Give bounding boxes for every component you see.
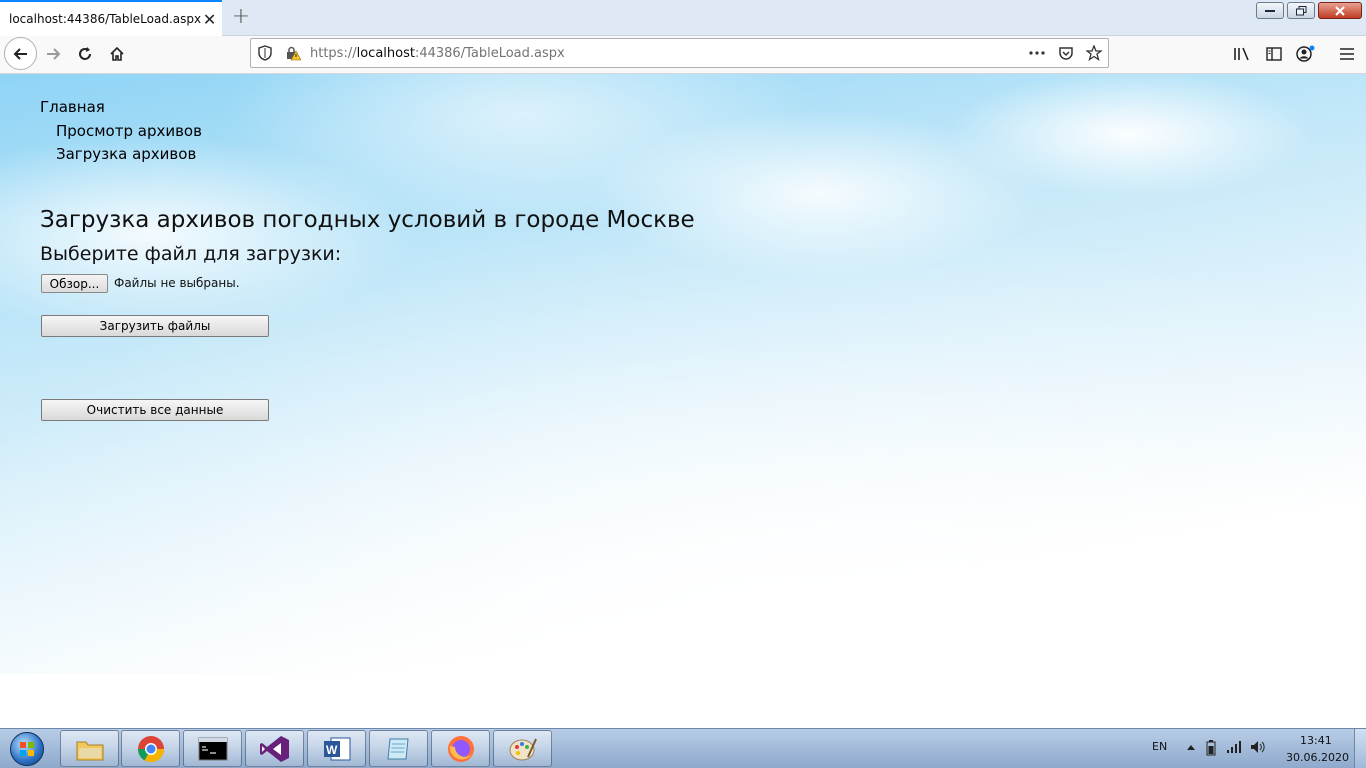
taskbar-app-paint[interactable] — [493, 730, 552, 767]
url-scheme: https:// — [310, 46, 357, 61]
page-viewport: Главная Просмотр архивов Загрузка архиво… — [0, 74, 1366, 728]
back-button[interactable] — [4, 37, 37, 70]
navigation-toolbar: https://localhost:44386/TableLoad.aspx — [0, 36, 1366, 74]
new-tab-button[interactable]: + — [229, 4, 253, 29]
command-prompt-icon — [198, 737, 227, 760]
account-button[interactable] — [1290, 38, 1322, 70]
page-actions-icon[interactable] — [1028, 44, 1046, 62]
restore-button[interactable] — [1287, 2, 1315, 19]
library-button[interactable] — [1226, 38, 1258, 70]
visual-studio-icon — [259, 735, 289, 762]
taskbar-app-word[interactable]: W — [307, 730, 366, 767]
tab-title: localhost:44386/TableLoad.aspx — [9, 12, 202, 26]
page-bottom-area — [0, 674, 1366, 728]
forward-button[interactable] — [37, 38, 69, 70]
back-arrow-icon — [13, 47, 27, 60]
url-path: :44386/TableLoad.aspx — [414, 46, 565, 61]
tab-close-icon[interactable]: ✕ — [201, 7, 218, 31]
menu-button[interactable] — [1331, 38, 1363, 70]
file-status-text: Файлы не выбраны. — [114, 276, 240, 290]
reload-icon — [79, 47, 91, 60]
minimize-button[interactable] — [1256, 2, 1284, 19]
chrome-icon — [137, 735, 164, 762]
taskbar: W EN 13:41 30.06.2020 — [0, 728, 1366, 768]
battery-icon[interactable] — [1206, 740, 1216, 759]
clear-all-data-button[interactable]: Очистить все данные — [41, 399, 269, 421]
volume-icon[interactable] — [1250, 740, 1266, 757]
restore-icon — [1295, 5, 1306, 15]
page-title: Загрузка архивов погодных условий в горо… — [40, 207, 695, 233]
pocket-icon[interactable] — [1057, 44, 1075, 62]
reload-button[interactable] — [69, 38, 101, 70]
menu-item-upload-archives[interactable]: Загрузка архивов — [56, 145, 196, 163]
taskbar-app-chrome[interactable] — [121, 730, 180, 767]
menu-item-view-archives[interactable]: Просмотр архивов — [56, 122, 202, 140]
windows-logo-icon — [10, 732, 44, 766]
bookmark-star-icon[interactable] — [1085, 44, 1103, 62]
tab-strip: localhost:44386/TableLoad.aspx ✕ + — [0, 0, 1366, 36]
taskbar-app-visual-studio[interactable] — [245, 730, 304, 767]
forward-arrow-icon — [47, 48, 61, 60]
file-browse-button[interactable]: Обзор... — [41, 274, 108, 293]
browser-tab-active[interactable]: localhost:44386/TableLoad.aspx ✕ — [0, 0, 222, 36]
choose-file-label: Выберите файл для загрузки: — [40, 243, 342, 265]
taskbar-app-notepad[interactable] — [369, 730, 428, 767]
url-bar[interactable]: https://localhost:44386/TableLoad.aspx — [250, 38, 1109, 68]
signal-strength-icon[interactable] — [1226, 740, 1242, 757]
language-indicator[interactable]: EN — [1152, 740, 1167, 753]
notepad-icon — [386, 738, 409, 759]
window-controls — [1256, 2, 1362, 19]
sidebar-icon — [1266, 47, 1282, 61]
start-button[interactable] — [2, 731, 52, 767]
lock-warning-icon[interactable] — [284, 44, 302, 62]
taskbar-app-firefox[interactable] — [431, 730, 490, 767]
url-text: https://localhost:44386/TableLoad.aspx — [310, 46, 565, 61]
home-icon — [110, 46, 124, 61]
home-button[interactable] — [101, 38, 133, 70]
url-host: localhost — [356, 46, 415, 61]
taskbar-app-explorer[interactable] — [60, 730, 119, 767]
library-icon — [1234, 47, 1249, 61]
folder-icon — [76, 741, 103, 760]
taskbar-app-cmd[interactable] — [183, 730, 242, 767]
close-icon — [1335, 5, 1345, 16]
svg-text:W: W — [326, 743, 338, 757]
upload-files-button[interactable]: Загрузить файлы — [41, 315, 269, 337]
close-window-button[interactable] — [1318, 2, 1362, 19]
minimize-icon — [1265, 9, 1275, 12]
paint-palette-icon — [509, 738, 537, 760]
clock-date[interactable]: 30.06.2020 — [1286, 751, 1349, 764]
sidebar-button[interactable] — [1258, 38, 1290, 70]
show-hidden-icons-icon[interactable] — [1186, 740, 1196, 754]
menu-item-home[interactable]: Главная — [40, 98, 105, 116]
firefox-icon — [447, 735, 474, 762]
hamburger-menu-icon — [1340, 48, 1354, 60]
show-desktop-button[interactable] — [1354, 729, 1366, 768]
tracking-protection-shield-icon[interactable] — [256, 44, 274, 62]
account-icon — [1296, 45, 1315, 62]
clock-time[interactable]: 13:41 — [1300, 734, 1332, 747]
word-icon: W — [323, 737, 350, 760]
